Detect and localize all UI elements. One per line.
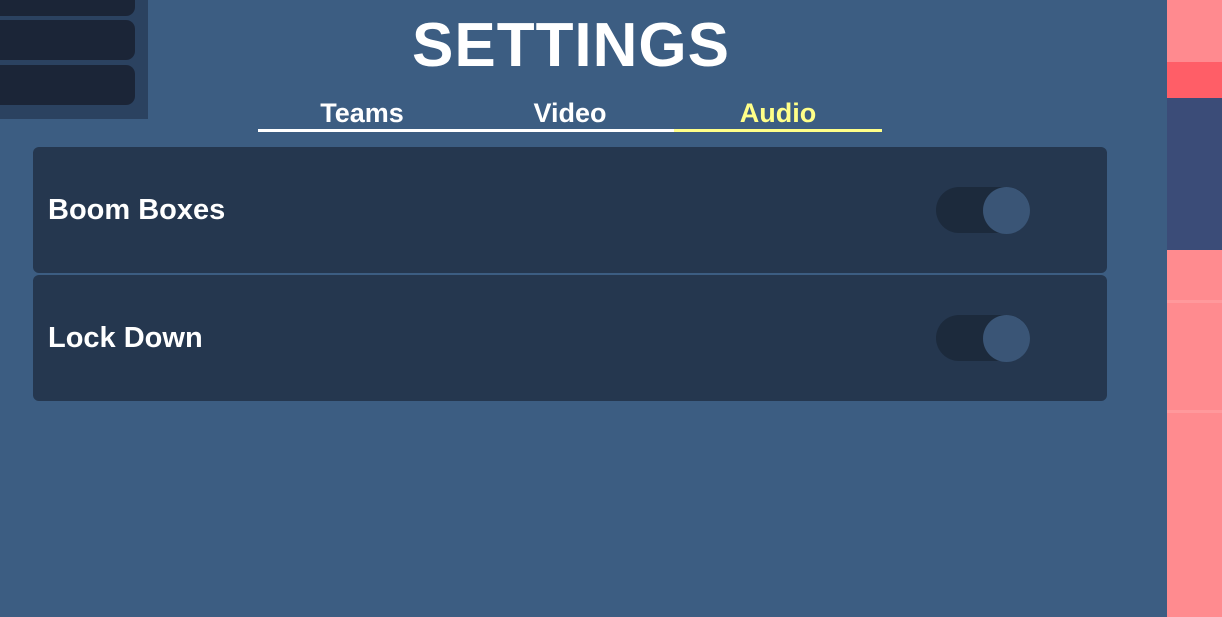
tab-underline	[674, 129, 882, 132]
world-wall-top	[1167, 0, 1222, 62]
tab-teams[interactable]: Teams	[258, 96, 466, 132]
tab-underline	[258, 129, 466, 132]
tab-underline	[466, 129, 674, 132]
setting-row-lock-down: Lock Down	[33, 275, 1107, 401]
world-texture-line	[1167, 410, 1222, 413]
world-wall-trim	[1167, 62, 1222, 98]
world-texture-line	[1167, 300, 1222, 303]
tab-label: Teams	[320, 98, 404, 128]
tab-label: Audio	[739, 98, 817, 128]
tab-label: Video	[533, 98, 607, 128]
setting-row-boom-boxes: Boom Boxes	[33, 147, 1107, 273]
settings-tabs: Teams Video Audio	[258, 96, 882, 132]
boom-boxes-toggle[interactable]	[936, 187, 1030, 234]
game-world-background	[1167, 0, 1222, 617]
world-wall-blue	[1167, 98, 1222, 250]
world-wall-bottom	[1167, 250, 1222, 617]
setting-label: Lock Down	[48, 322, 203, 354]
lock-down-toggle[interactable]	[936, 315, 1030, 362]
setting-label: Boom Boxes	[48, 194, 226, 226]
page-title: SETTINGS	[411, 11, 731, 80]
toggle-knob	[983, 315, 1030, 362]
toggle-knob	[983, 187, 1030, 234]
tab-video[interactable]: Video	[466, 96, 674, 132]
tab-audio[interactable]: Audio	[674, 96, 882, 132]
